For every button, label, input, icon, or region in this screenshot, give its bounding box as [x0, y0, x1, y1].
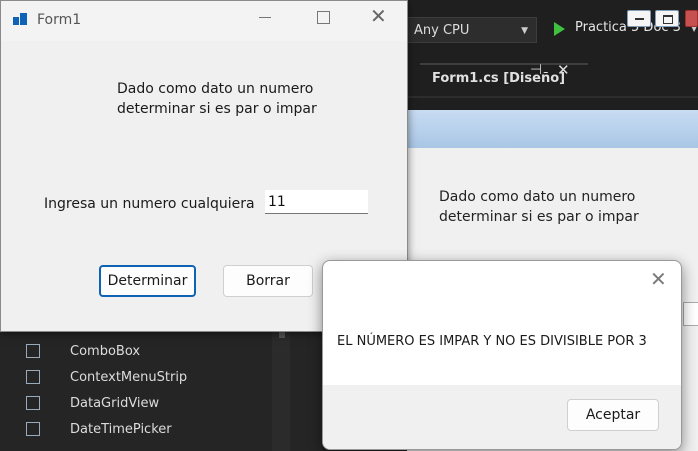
borrar-button[interactable]: Borrar: [223, 265, 313, 297]
scrollbar-thumb[interactable]: [279, 332, 285, 338]
close-icon[interactable]: ✕: [557, 61, 570, 79]
toolbox-item-label: DateTimePicker: [70, 422, 172, 437]
chevron-down-icon: ▼: [521, 26, 528, 36]
input-label: Ingresa un numero cualquiera: [44, 196, 255, 212]
pin-icon[interactable]: ⊣: [530, 62, 542, 78]
app-icon: [13, 13, 27, 25]
toolbox-item-contextmenustrip[interactable]: ContextMenuStrip: [26, 366, 266, 390]
close-icon: [685, 10, 698, 27]
toolbox-item-datagridview[interactable]: DataGridView: [26, 392, 266, 416]
maximize-icon[interactable]: [317, 11, 330, 24]
number-input[interactable]: [265, 190, 368, 214]
datagridview-icon: [26, 396, 40, 410]
toolbox-item-label: ComboBox: [70, 344, 141, 359]
toolbox-scrollbar[interactable]: [272, 332, 290, 451]
close-icon[interactable]: ✕: [370, 4, 387, 28]
message-box: ✕ EL NÚMERO ES IMPAR Y NO ES DIVISIBLE P…: [322, 260, 682, 450]
close-icon[interactable]: ✕: [650, 267, 667, 291]
toolbox-item-datetimepicker[interactable]: DateTimePicker: [26, 418, 266, 442]
platform-dropdown-value: Any CPU: [414, 23, 470, 38]
designer-textbox[interactable]: [683, 302, 698, 326]
maximize-icon: [655, 10, 679, 27]
designer-description: Dado como dato un numero determinar si e…: [439, 189, 639, 225]
toolbox-item-combobox[interactable]: ComboBox: [26, 340, 266, 364]
aceptar-button[interactable]: Aceptar: [567, 399, 659, 431]
message-text: EL NÚMERO ES IMPAR Y NO ES DIVISIBLE POR…: [337, 334, 647, 349]
determinar-button[interactable]: Determinar: [99, 265, 196, 297]
description-label: Dado como dato un numero determinar si e…: [117, 81, 317, 117]
tab-label: Form1.cs [Diseño]: [432, 71, 566, 86]
minimize-icon[interactable]: [259, 17, 271, 18]
designer-form-caption: [407, 110, 698, 148]
play-icon[interactable]: [554, 22, 565, 36]
window-title: Form1: [37, 12, 82, 28]
minimize-icon: [627, 10, 651, 27]
combobox-icon: [26, 344, 40, 358]
datetimepicker-icon: [26, 422, 40, 436]
toolbox-item-label: ContextMenuStrip: [70, 370, 188, 385]
platform-dropdown[interactable]: Any CPU ▼: [407, 17, 537, 43]
toolbox-item-label: DataGridView: [70, 396, 160, 411]
contextmenustrip-icon: [26, 370, 40, 384]
